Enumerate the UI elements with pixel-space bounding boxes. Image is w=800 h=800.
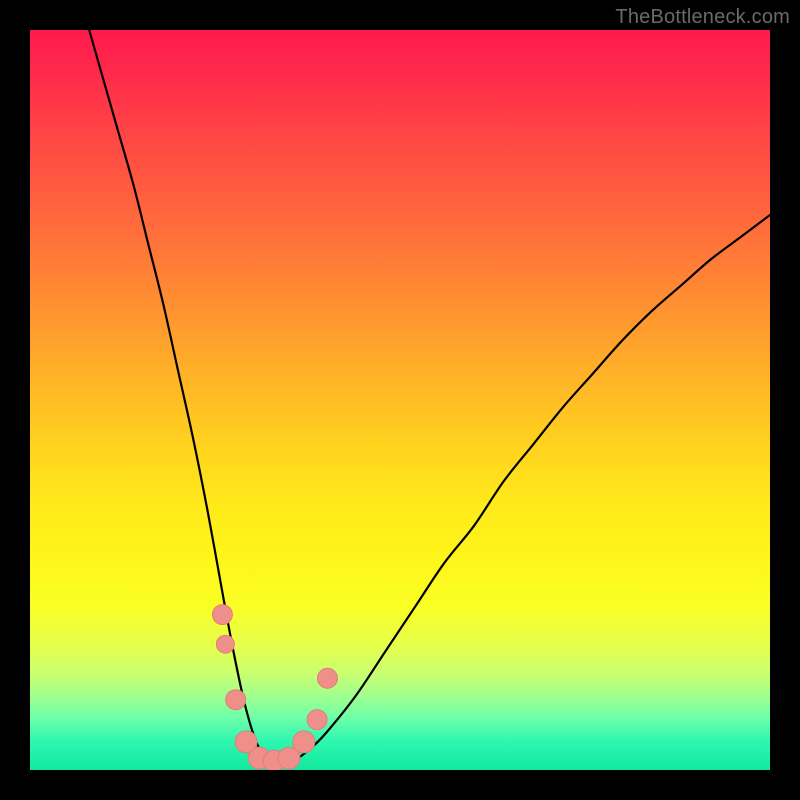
curve-line [89,30,770,763]
chart-frame: TheBottleneck.com [0,0,800,800]
curve-markers [212,605,337,770]
attribution-label: TheBottleneck.com [615,6,790,29]
curve-marker [212,605,232,625]
curve-marker [307,710,327,730]
curve-marker [216,635,234,653]
chart-svg [30,30,770,770]
chart-plot-area [30,30,770,770]
curve-marker [293,731,315,753]
curve-marker [226,690,246,710]
curve-marker [317,668,337,688]
